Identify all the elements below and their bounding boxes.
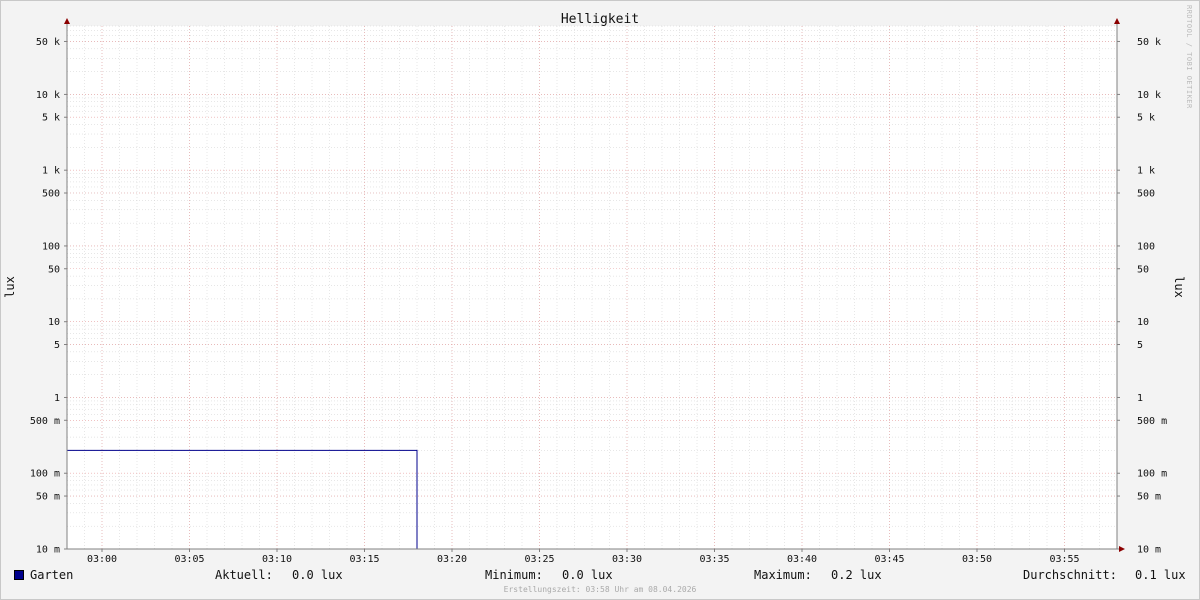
y-tick-label-right: 100	[1137, 241, 1155, 252]
legend-min-label: Minimum:	[485, 568, 543, 582]
y-tick-label-left: 500	[42, 188, 60, 199]
y-axis-label-left: lux	[3, 276, 17, 298]
legend-max-label: Maximum:	[754, 568, 812, 582]
y-axis-arrow-left	[64, 18, 70, 24]
x-tick-label: 03:05	[174, 554, 204, 565]
y-tick-label-right: 100 m	[1137, 469, 1167, 480]
chart-title: Helligkeit	[561, 12, 639, 27]
y-tick-label-left: 50	[48, 264, 60, 275]
x-tick-label: 03:20	[437, 554, 467, 565]
creation-time-footer: Erstellungszeit: 03:58 Uhr am 08.04.2026	[503, 585, 697, 594]
legend-avg-value: 0.1 lux	[1135, 568, 1186, 582]
brightness-chart: 03:00 03:05 03:10 03:15 03:20 03:25 03:30 03:35…	[3, 5, 1193, 565]
x-tick-label: 03:00	[87, 554, 117, 565]
x-tick-label: 03:45	[874, 554, 904, 565]
y-tick-label-left: 50 k	[36, 37, 60, 48]
y-tick-label-right: 10 m	[1137, 545, 1161, 556]
y-tick-label-right: 500	[1137, 188, 1155, 199]
y-tick-label-left: 50 m	[36, 492, 60, 503]
x-tick-label: 03:35	[699, 554, 729, 565]
y-tick-label-left: 1 k	[42, 166, 60, 177]
x-tick-label: 03:55	[1049, 554, 1079, 565]
y-tick-label-left: 1	[54, 393, 60, 404]
x-tick-label: 03:25	[524, 554, 554, 565]
y-tick-label-right: 1	[1137, 393, 1143, 404]
legend-current-label: Aktuell:	[215, 568, 273, 582]
legend-max-value: 0.2 lux	[831, 568, 882, 582]
y-tick-label-right: 5 k	[1137, 113, 1155, 124]
y-tick-label-left: 100 m	[30, 469, 60, 480]
y-tick-label-left: 10 m	[36, 545, 60, 556]
watermark: RRDTOOL / TOBI OETIKER	[1185, 5, 1193, 109]
x-tick-label: 03:30	[612, 554, 642, 565]
y-tick-label-right: 500 m	[1137, 416, 1167, 427]
y-tick-label-right: 50 k	[1137, 37, 1161, 48]
legend-swatch-garten	[14, 570, 24, 580]
legend-series-name: Garten	[30, 568, 74, 582]
x-tick-label: 03:40	[787, 554, 817, 565]
legend-avg-label: Durchschnitt:	[1023, 568, 1117, 582]
y-tick-label-left: 10	[48, 317, 60, 328]
y-tick-label-left: 100	[42, 241, 60, 252]
y-tick-label-right: 5	[1137, 340, 1143, 351]
legend-min-value: 0.0 lux	[562, 568, 613, 582]
y-tick-label-left: 10 k	[36, 90, 60, 101]
y-tick-label-left: 500 m	[30, 416, 60, 427]
y-tick-label-right: 10 k	[1137, 90, 1161, 101]
minor-grid	[66, 25, 1118, 550]
x-tick-label: 03:50	[962, 554, 992, 565]
y-tick-label-right: 10	[1137, 317, 1149, 328]
x-tick-label: 03:15	[349, 554, 379, 565]
y-axis-arrow-right	[1114, 18, 1120, 24]
y-tick-label-left: 5	[54, 340, 60, 351]
y-tick-label-left: 5 k	[42, 113, 60, 124]
y-tick-label-right: 50	[1137, 264, 1149, 275]
y-axis-label-right: lux	[1172, 276, 1186, 298]
y-tick-label-right: 50 m	[1137, 492, 1161, 503]
x-tick-labels: 03:00 03:05 03:10 03:15 03:20 03:25 03:30 03:35…	[87, 554, 1080, 565]
x-tick-label: 03:10	[262, 554, 292, 565]
legend-current-value: 0.0 lux	[292, 568, 343, 582]
y-tick-label-right: 1 k	[1137, 166, 1155, 177]
x-axis-arrow	[1119, 546, 1125, 552]
